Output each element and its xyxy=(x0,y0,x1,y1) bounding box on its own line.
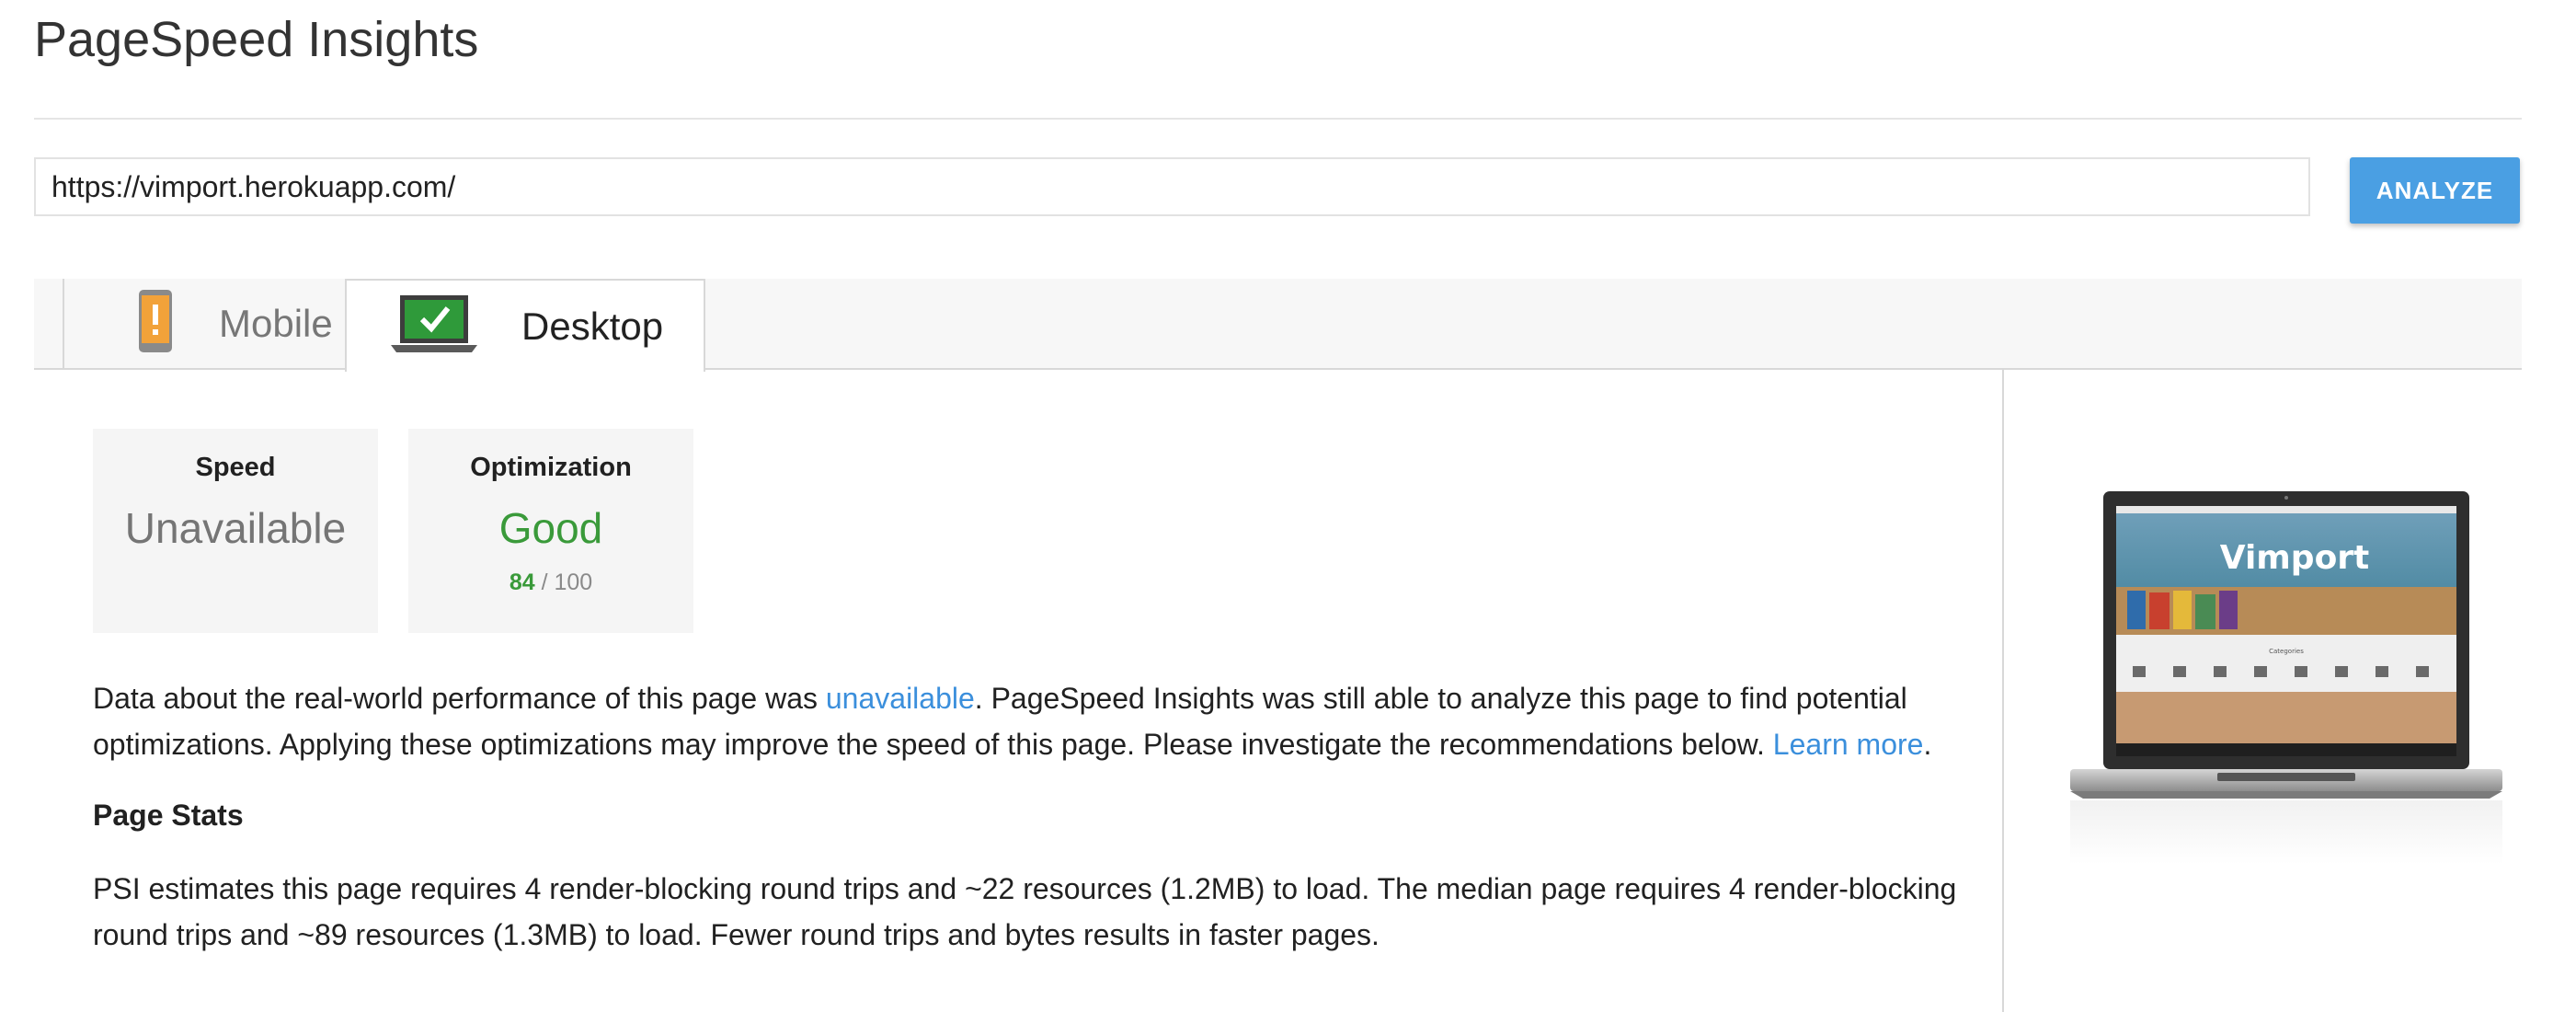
device-tab-bar: Mobile Desktop xyxy=(34,279,2522,372)
laptop-check-icon xyxy=(391,293,477,359)
optimization-score: 84 / 100 xyxy=(408,569,693,596)
speed-card: Speed Unavailable xyxy=(93,429,378,633)
optimization-score-number: 84 xyxy=(509,569,535,595)
url-input[interactable] xyxy=(34,157,2310,216)
page-stats-title: Page Stats xyxy=(93,799,244,832)
optimization-title: Optimization xyxy=(470,453,632,482)
analyze-button[interactable]: ANALYZE xyxy=(2350,157,2520,224)
tab-mobile-label: Mobile xyxy=(219,301,333,345)
tab-mobile[interactable]: Mobile xyxy=(64,279,378,368)
preview-site-name: Vimport xyxy=(2220,539,2370,577)
tab-desktop[interactable]: Desktop xyxy=(345,279,705,372)
optimization-card: Optimization Good 84 / 100 xyxy=(408,429,693,633)
learn-more-link[interactable]: Learn more xyxy=(1773,728,1924,761)
optimization-score-max: / 100 xyxy=(541,569,593,595)
tab-desktop-label: Desktop xyxy=(521,304,664,348)
optimization-value: Good xyxy=(498,504,603,552)
page-screenshot-preview: Vimport Categories xyxy=(2057,488,2522,892)
page-title: PageSpeed Insights xyxy=(34,12,479,67)
unavailable-link[interactable]: unavailable xyxy=(826,682,975,715)
mobile-warning-icon xyxy=(138,289,173,358)
header-divider xyxy=(34,118,2522,120)
page-stats-text: PSI estimates this page requires 4 rende… xyxy=(93,872,1957,951)
preview-section-label: Categories xyxy=(2269,648,2304,655)
speed-value: Unavailable xyxy=(124,504,347,552)
intro-paragraph: Data about the real-world performance of… xyxy=(93,675,2006,767)
intro-text-end: . xyxy=(1923,728,1932,761)
speed-title: Speed xyxy=(195,453,276,482)
intro-text-start: Data about the real-world performance of… xyxy=(93,682,826,715)
